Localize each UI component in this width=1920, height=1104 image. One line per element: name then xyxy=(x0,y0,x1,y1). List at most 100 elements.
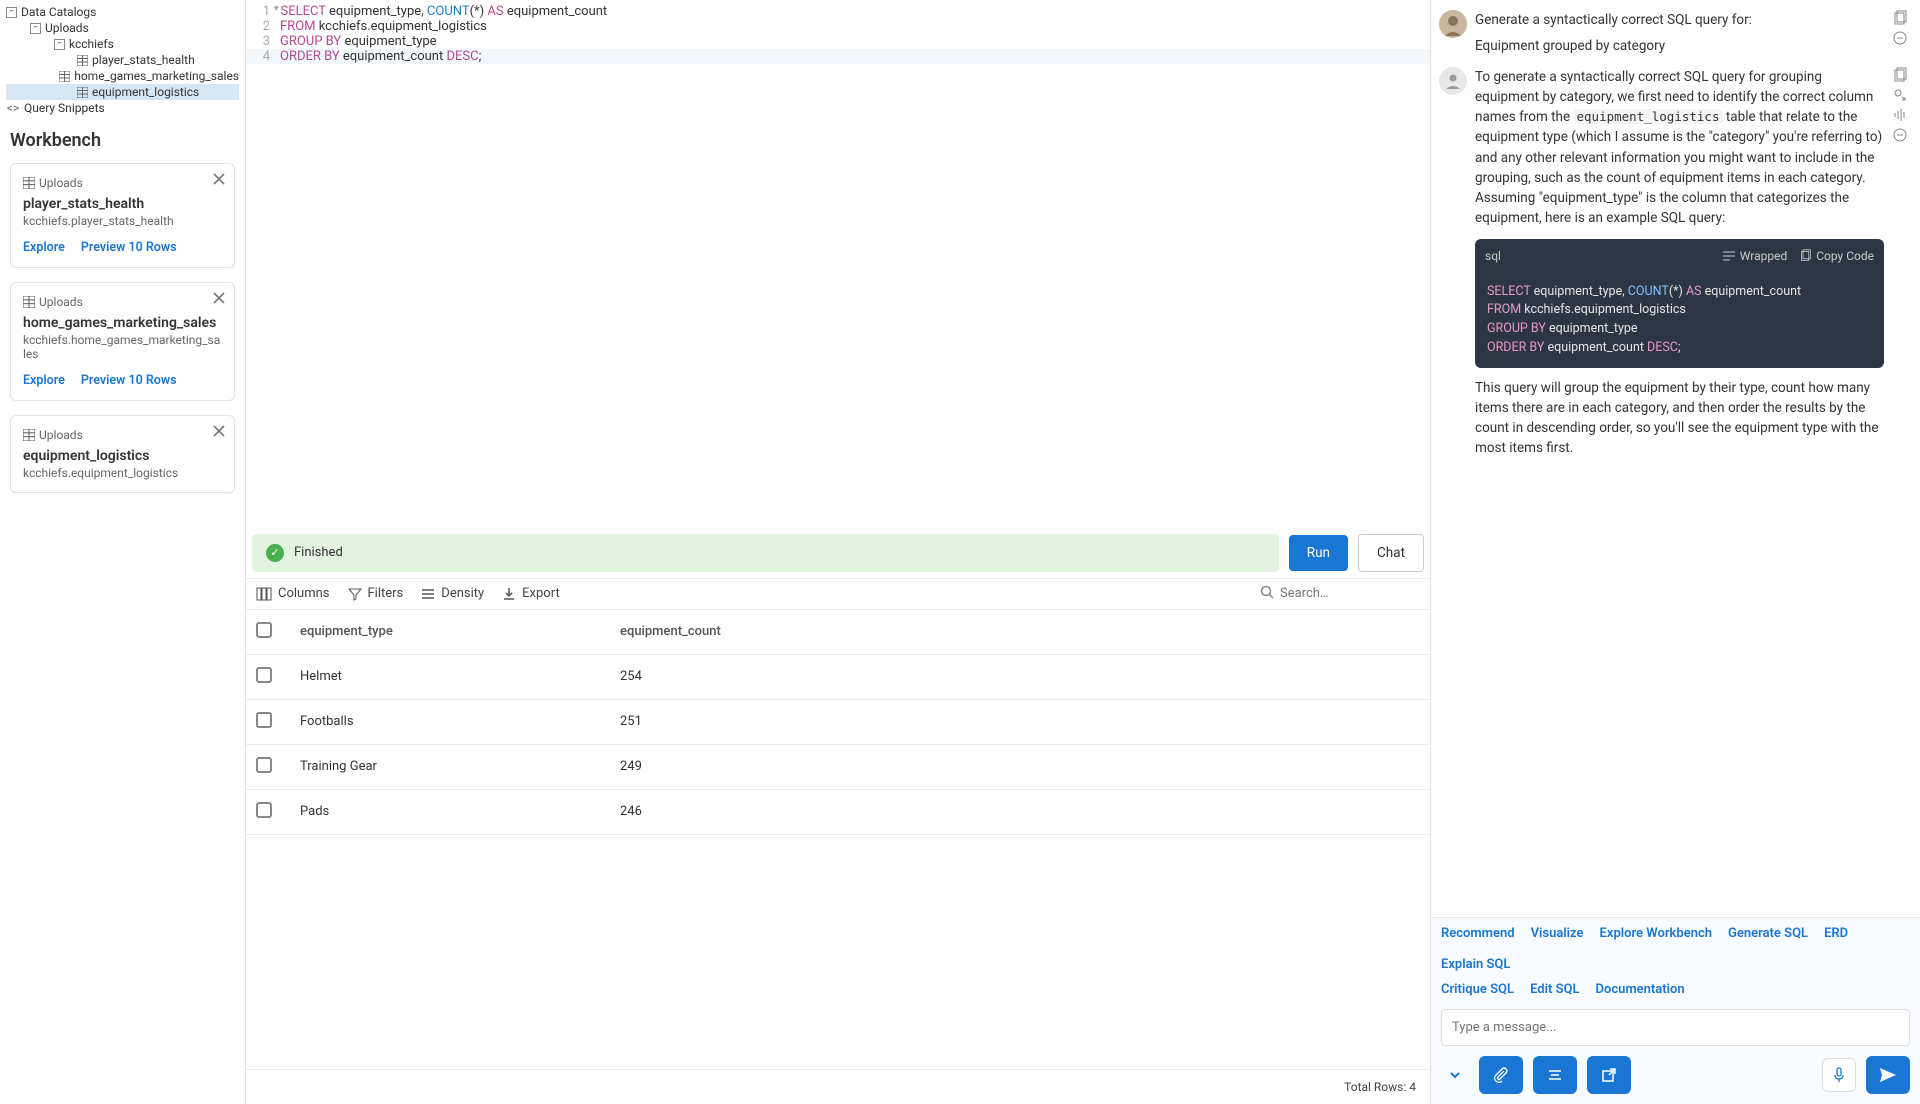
close-icon[interactable] xyxy=(212,424,226,442)
columns-button[interactable]: Columns xyxy=(256,586,330,601)
collapse-icon[interactable] xyxy=(1892,127,1908,143)
line-number: 4 xyxy=(246,49,280,64)
density-button[interactable]: Density xyxy=(421,586,484,601)
results-toolbar: Columns Filters Density Export xyxy=(246,578,1430,610)
table-row[interactable]: Training Gear249 xyxy=(246,744,1430,789)
export-button[interactable]: Export xyxy=(502,586,560,601)
copy-icon[interactable] xyxy=(1892,10,1908,26)
attach-button[interactable] xyxy=(1479,1056,1523,1094)
wrap-toggle[interactable]: Wrapped xyxy=(1722,247,1788,265)
explore-link[interactable]: Explore xyxy=(23,240,65,255)
uploads-badge: Uploads xyxy=(23,176,83,190)
uploads-badge-label: Uploads xyxy=(39,176,83,190)
chat-button[interactable]: Chat xyxy=(1358,534,1424,572)
link-visualize[interactable]: Visualize xyxy=(1531,926,1584,941)
cell-count: 246 xyxy=(610,789,1430,834)
expander-icon[interactable]: − xyxy=(6,7,17,18)
checkbox[interactable] xyxy=(256,622,272,638)
copy-icon[interactable] xyxy=(1892,67,1908,83)
workbench-card-player: Uploads player_stats_health kcchiefs.pla… xyxy=(10,163,235,268)
filter-icon xyxy=(348,587,362,601)
tree-root[interactable]: − Data Catalogs xyxy=(6,4,239,20)
status-text: Finished xyxy=(294,545,343,560)
copy-code-button[interactable]: Copy Code xyxy=(1799,247,1874,265)
sql-editor[interactable]: 1▾SELECT equipment_type, COUNT(*) AS equ… xyxy=(246,0,1430,68)
link-recommend[interactable]: Recommend xyxy=(1441,926,1515,941)
cell-count: 254 xyxy=(610,654,1430,699)
explore-link[interactable]: Explore xyxy=(23,373,65,388)
run-button[interactable]: Run xyxy=(1289,535,1348,571)
table-icon xyxy=(23,177,35,189)
audio-icon[interactable] xyxy=(1892,107,1908,123)
close-icon[interactable] xyxy=(212,291,226,309)
checkbox[interactable] xyxy=(256,712,272,728)
table-row[interactable]: Pads246 xyxy=(246,789,1430,834)
chat-input[interactable] xyxy=(1441,1009,1910,1046)
link-edit-sql[interactable]: Edit SQL xyxy=(1530,982,1579,997)
expander-icon[interactable]: − xyxy=(30,23,41,34)
table-icon xyxy=(23,429,35,441)
checkbox[interactable] xyxy=(256,757,272,773)
sidebar-left: − Data Catalogs − Uploads − kcchiefs pla… xyxy=(0,0,246,1104)
user-text-2: Equipment grouped by category xyxy=(1475,36,1884,56)
table-row[interactable]: Helmet254 xyxy=(246,654,1430,699)
link-explain-sql[interactable]: Explain SQL xyxy=(1441,957,1510,972)
send-button[interactable] xyxy=(1866,1056,1910,1094)
code-lang-label: sql xyxy=(1485,247,1501,265)
tree-table-player[interactable]: player_stats_health xyxy=(6,52,239,68)
collapse-icon[interactable] xyxy=(1892,30,1908,46)
fold-icon[interactable]: ▾ xyxy=(274,4,279,19)
tree-root-label: Data Catalogs xyxy=(21,5,96,19)
uploads-badge: Uploads xyxy=(23,428,83,442)
filters-button[interactable]: Filters xyxy=(348,586,404,601)
align-icon xyxy=(1547,1068,1563,1082)
code-body[interactable]: SELECT equipment_type, COUNT(*) AS equip… xyxy=(1475,273,1884,368)
search-input[interactable] xyxy=(1280,586,1420,601)
mic-button[interactable] xyxy=(1822,1058,1856,1092)
status-row: ✓ Finished Run Chat xyxy=(246,528,1430,578)
align-button[interactable] xyxy=(1533,1056,1577,1094)
open-new-button[interactable] xyxy=(1587,1056,1631,1094)
link-explore-workbench[interactable]: Explore Workbench xyxy=(1600,926,1712,941)
chevron-down-icon[interactable] xyxy=(1441,1056,1469,1094)
chat-body: Generate a syntactically correct SQL que… xyxy=(1431,0,1920,917)
tree-kcchiefs[interactable]: − kcchiefs xyxy=(6,36,239,52)
export-icon xyxy=(502,587,516,601)
tree-item-label: player_stats_health xyxy=(92,53,195,67)
cell-type: Training Gear xyxy=(290,744,610,789)
checkbox[interactable] xyxy=(256,667,272,683)
column-header[interactable]: equipment_type xyxy=(290,610,610,655)
expander-icon[interactable]: − xyxy=(54,39,65,50)
code-block: sql Wrapped Copy Code SELECT equipment_t… xyxy=(1475,239,1884,368)
user-message: Generate a syntactically correct SQL que… xyxy=(1439,10,1908,57)
density-icon xyxy=(421,588,435,600)
close-icon[interactable] xyxy=(212,172,226,190)
user-compare-icon[interactable] xyxy=(1892,87,1908,103)
tree-table-marketing[interactable]: home_games_marketing_sales xyxy=(6,68,239,84)
tree-snippets[interactable]: <> Query Snippets xyxy=(6,100,239,116)
send-icon xyxy=(1879,1067,1897,1083)
checkbox[interactable] xyxy=(256,802,272,818)
code-line: SELECT equipment_type, COUNT(*) AS equip… xyxy=(281,4,608,19)
paperclip-icon xyxy=(1493,1067,1509,1083)
preview-link[interactable]: Preview 10 Rows xyxy=(81,240,177,255)
workbench-card-name: equipment_logistics xyxy=(23,448,222,464)
tree-uploads[interactable]: − Uploads xyxy=(6,20,239,36)
link-critique-sql[interactable]: Critique SQL xyxy=(1441,982,1514,997)
link-erd[interactable]: ERD xyxy=(1824,926,1848,941)
link-documentation[interactable]: Documentation xyxy=(1596,982,1685,997)
workbench-card-name: player_stats_health xyxy=(23,196,222,212)
preview-link[interactable]: Preview 10 Rows xyxy=(81,373,177,388)
tree-table-equipment[interactable]: equipment_logistics xyxy=(6,84,239,100)
microphone-icon xyxy=(1832,1067,1846,1083)
cell-type: Helmet xyxy=(290,654,610,699)
code-icon: <> xyxy=(6,102,20,114)
column-header[interactable]: equipment_count xyxy=(610,610,1430,655)
suggestion-row-1: Recommend Visualize Explore Workbench Ge… xyxy=(1441,926,1910,972)
table-row[interactable]: Footballs251 xyxy=(246,699,1430,744)
workbench-card-path: kcchiefs.home_games_marketing_sales xyxy=(23,333,222,361)
workbench-card-marketing: Uploads home_games_marketing_sales kcchi… xyxy=(10,282,235,401)
cell-type: Footballs xyxy=(290,699,610,744)
link-generate-sql[interactable]: Generate SQL xyxy=(1728,926,1808,941)
uploads-badge-label: Uploads xyxy=(39,428,83,442)
